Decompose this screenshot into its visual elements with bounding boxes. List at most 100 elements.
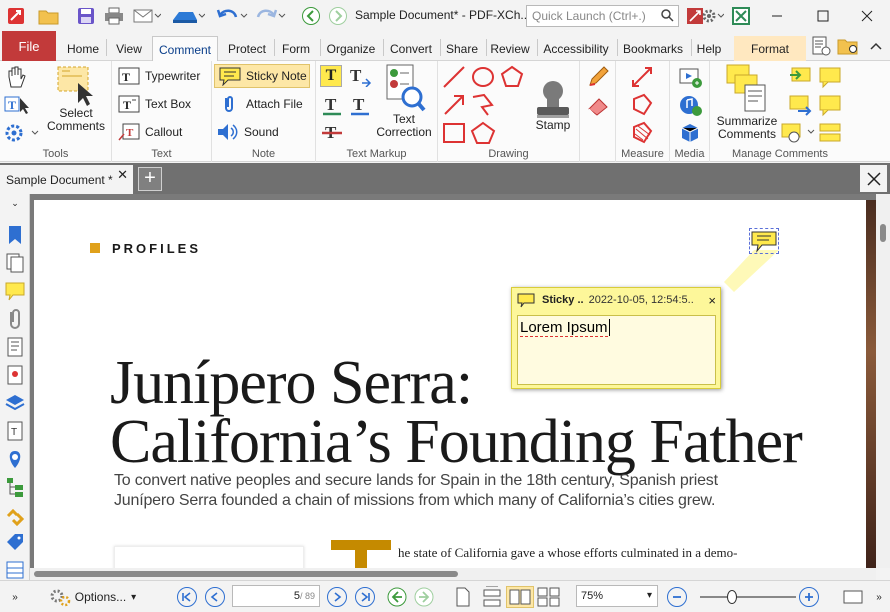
tab-convert[interactable]: Convert <box>386 36 436 61</box>
undo-icon[interactable] <box>214 5 250 27</box>
previous-view-button[interactable] <box>386 586 408 608</box>
tab-format[interactable]: Format <box>734 36 806 61</box>
comments-panel-icon[interactable] <box>5 280 25 301</box>
3d-model-icon[interactable] <box>678 121 702 145</box>
vertical-scroll-thumb[interactable] <box>880 224 886 242</box>
attachments-panel-icon[interactable] <box>5 308 25 329</box>
document-tab[interactable]: Sample Document * ✕ <box>0 165 133 194</box>
zoom-slider-track[interactable] <box>700 596 796 598</box>
layers-panel-icon[interactable] <box>5 392 25 412</box>
tab-bookmarks[interactable]: Bookmarks <box>620 36 686 61</box>
eraser-tool-icon[interactable] <box>586 93 610 117</box>
callout-button[interactable]: T Callout <box>118 122 182 142</box>
quick-launch-input[interactable]: Quick Launch (Ctrl+.) <box>526 5 679 27</box>
collapse-ribbon-icon[interactable] <box>864 35 888 57</box>
open-folder-icon[interactable] <box>34 5 64 27</box>
structure-panel-icon[interactable] <box>5 476 25 497</box>
comment-styles-icon[interactable] <box>780 121 816 145</box>
bookmarks-panel-icon[interactable] <box>5 224 25 244</box>
back-icon[interactable] <box>300 5 322 27</box>
pentagon-tool-icon[interactable] <box>470 121 496 145</box>
close-document-button[interactable] <box>860 165 887 192</box>
collapse-sidebar-icon[interactable]: ⌄ <box>5 198 25 208</box>
pages-panel-icon[interactable] <box>5 252 25 273</box>
squiggly-text-icon[interactable]: T <box>348 93 372 117</box>
strikeout-text-icon[interactable]: T <box>320 121 344 145</box>
stamp-button[interactable]: Stamp <box>528 79 578 145</box>
show-comments-icon[interactable] <box>818 65 842 89</box>
tab-file[interactable]: File <box>2 31 56 61</box>
new-tab-button[interactable]: + <box>138 167 162 191</box>
hand-tool-icon[interactable] <box>5 65 29 89</box>
next-page-button[interactable] <box>326 586 348 608</box>
sticky-note-close-icon[interactable]: × <box>708 293 716 308</box>
tab-view[interactable]: View <box>112 36 146 61</box>
fullscreen-icon[interactable] <box>730 5 752 27</box>
scan-icon[interactable] <box>168 5 208 27</box>
import-comments-icon[interactable] <box>788 65 812 89</box>
document-view[interactable]: PROFILES Junípero Serra: California’s Fo… <box>30 194 876 568</box>
perimeter-tool-icon[interactable] <box>630 93 654 117</box>
tags-panel-icon[interactable]: T <box>5 420 25 441</box>
video-icon[interactable] <box>678 65 702 89</box>
document-properties-icon[interactable] <box>808 35 834 57</box>
print-icon[interactable] <box>102 5 126 27</box>
facing-view-icon[interactable] <box>506 586 534 608</box>
continuous-view-icon[interactable] <box>480 586 504 608</box>
select-comments-button[interactable]: Select Comments <box>44 63 108 145</box>
pdf-page[interactable]: PROFILES Junípero Serra: California’s Fo… <box>34 200 866 568</box>
summarize-comments-button[interactable]: Summarize Comments <box>712 63 782 145</box>
tags-icon[interactable] <box>5 532 25 552</box>
audio-icon[interactable] <box>678 93 702 117</box>
previous-page-button[interactable] <box>204 586 226 608</box>
tab-comment[interactable]: Comment <box>152 36 218 62</box>
underline-text-icon[interactable]: T <box>320 93 344 117</box>
typewriter-button[interactable]: T Typewriter <box>118 66 200 86</box>
save-icon[interactable] <box>74 5 98 27</box>
links-panel-icon[interactable] <box>5 504 25 527</box>
distance-tool-icon[interactable] <box>630 65 654 89</box>
horizontal-scroll-thumb[interactable] <box>34 571 458 577</box>
email-icon[interactable] <box>130 5 164 27</box>
tab-organize[interactable]: Organize <box>323 36 379 61</box>
sticky-note-popup[interactable]: Sticky .. 2022-10-05, 12:54:5.. × Lorem … <box>511 287 721 389</box>
hide-comments-icon[interactable] <box>818 93 842 117</box>
area-tool-icon[interactable] <box>630 121 654 145</box>
forward-icon[interactable] <box>327 5 349 27</box>
close-window-button[interactable] <box>844 0 890 31</box>
signatures-panel-icon[interactable] <box>5 364 25 385</box>
zoom-slider-thumb[interactable] <box>726 590 737 604</box>
find-folder-icon[interactable] <box>836 35 862 57</box>
redo-icon[interactable] <box>252 5 288 27</box>
tab-share[interactable]: Share <box>443 36 481 61</box>
snapshot-tool-icon[interactable] <box>4 121 42 145</box>
status-more-icon[interactable]: » <box>872 586 886 608</box>
zoom-in-button[interactable] <box>798 586 820 608</box>
continuous-facing-view-icon[interactable] <box>536 586 562 608</box>
select-text-icon[interactable]: T <box>4 93 30 117</box>
line-tool-icon[interactable] <box>442 65 466 89</box>
attach-file-button[interactable]: Attach File <box>218 94 303 114</box>
page-number-field[interactable]: 5/ 89 <box>232 585 320 607</box>
oval-tool-icon[interactable] <box>470 65 496 89</box>
destinations-panel-icon[interactable] <box>5 448 25 468</box>
arrow-tool-icon[interactable] <box>442 93 466 117</box>
last-page-button[interactable] <box>354 586 376 608</box>
rectangle-tool-icon[interactable] <box>442 121 466 145</box>
tab-protect[interactable]: Protect <box>224 36 270 61</box>
sticky-note-icon[interactable] <box>749 228 779 254</box>
sticky-note-text-field[interactable]: Lorem Ipsum <box>517 315 716 385</box>
polyline-tool-icon[interactable] <box>470 93 496 117</box>
export-comments-icon[interactable] <box>788 93 812 117</box>
settings-icon[interactable] <box>698 5 726 27</box>
tab-home[interactable]: Home <box>62 36 104 61</box>
maximize-button[interactable] <box>800 0 846 31</box>
tab-accessibility[interactable]: Accessibility <box>540 36 612 61</box>
tab-review[interactable]: Review <box>488 36 532 61</box>
fit-page-icon[interactable] <box>840 586 866 608</box>
single-page-view-icon[interactable] <box>452 586 474 608</box>
replace-text-icon[interactable]: T <box>348 65 372 87</box>
polygon-tool-icon[interactable] <box>500 65 524 89</box>
pencil-tool-icon[interactable] <box>586 65 610 89</box>
first-page-button[interactable] <box>176 586 198 608</box>
